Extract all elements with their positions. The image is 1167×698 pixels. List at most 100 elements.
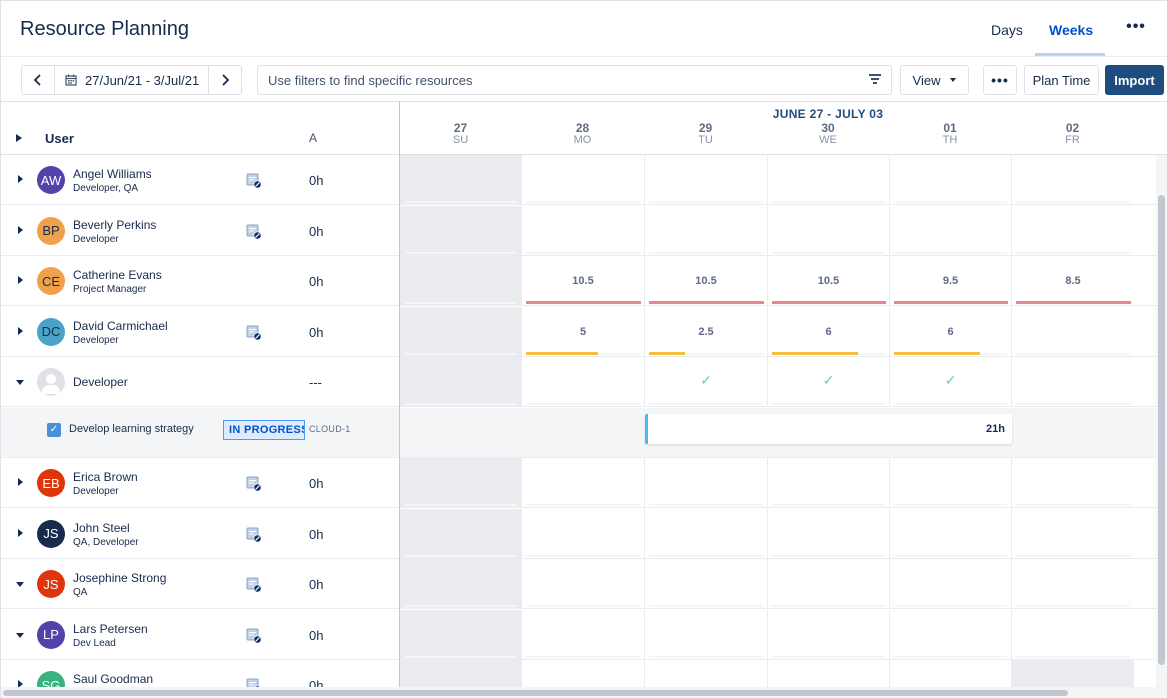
chevron-right-icon[interactable] (18, 175, 23, 183)
day-cell[interactable] (400, 306, 521, 357)
day-cell[interactable] (889, 508, 1011, 559)
chevron-down-icon[interactable] (16, 380, 24, 385)
day-cell[interactable]: ✓ (767, 357, 889, 407)
day-cell[interactable] (1011, 609, 1134, 660)
calendar-icon[interactable] (246, 577, 262, 593)
day-cell[interactable] (521, 155, 644, 205)
day-cell[interactable] (767, 205, 889, 256)
day-cell[interactable]: 2.5 (644, 306, 767, 357)
calendar-icon[interactable] (246, 628, 262, 644)
user-column-header[interactable]: User (45, 131, 74, 146)
tab-weeks[interactable]: Weeks (1049, 22, 1093, 38)
day-cell[interactable]: 8.5 (1011, 256, 1134, 306)
user-row[interactable]: CE Catherine Evans Project Manager 0h 10.5 10… (1, 256, 1156, 306)
calendar-icon[interactable] (246, 325, 262, 341)
day-cell[interactable] (400, 508, 521, 559)
day-cell[interactable] (521, 609, 644, 660)
user-row[interactable]: LP Lars Petersen Dev Lead 0h (1, 609, 1156, 660)
plan-time-button[interactable]: Plan Time (1024, 65, 1099, 95)
next-period-button[interactable] (209, 66, 241, 94)
group-row[interactable]: Developer --- ✓ ✓ ✓ (1, 357, 1156, 407)
horizontal-scrollbar-thumb[interactable] (3, 690, 1068, 696)
user-name[interactable]: Developer (73, 375, 128, 389)
day-cell[interactable] (644, 559, 767, 609)
day-cell[interactable] (400, 609, 521, 660)
day-cell[interactable] (1011, 458, 1134, 508)
view-dropdown[interactable]: View (900, 65, 969, 95)
user-name[interactable]: Catherine Evans (73, 268, 162, 282)
day-cell[interactable] (521, 508, 644, 559)
calendar-icon[interactable] (246, 527, 262, 543)
day-cell[interactable] (1011, 508, 1134, 559)
tab-days[interactable]: Days (991, 22, 1023, 38)
day-cell[interactable] (1011, 205, 1134, 256)
chevron-right-icon[interactable] (18, 276, 23, 284)
day-cell[interactable] (1011, 357, 1134, 407)
user-name[interactable]: Josephine Strong (73, 571, 166, 585)
day-cell[interactable] (1011, 155, 1134, 205)
day-cell[interactable] (767, 508, 889, 559)
day-cell[interactable]: 10.5 (644, 256, 767, 306)
day-cell[interactable] (1011, 559, 1134, 609)
resource-filter-input[interactable]: Use filters to find specific resources (257, 65, 892, 95)
panel-divider[interactable] (399, 101, 400, 698)
day-cell[interactable] (889, 155, 1011, 205)
availability-column-header[interactable]: A (309, 131, 317, 145)
chevron-right-icon[interactable] (18, 528, 23, 537)
horizontal-scrollbar[interactable] (1, 687, 1156, 698)
day-cell[interactable] (400, 155, 521, 205)
user-name[interactable]: John Steel (73, 521, 130, 535)
day-cell[interactable] (644, 458, 767, 508)
user-name[interactable]: Erica Brown (73, 470, 138, 484)
day-cell[interactable] (521, 458, 644, 508)
task-name[interactable]: Develop learning strategy (69, 423, 194, 435)
day-cell[interactable] (889, 609, 1011, 660)
day-cell[interactable] (400, 559, 521, 609)
day-cell[interactable] (644, 609, 767, 660)
user-row[interactable]: EB Erica Brown Developer 0h (1, 458, 1156, 508)
day-cell[interactable] (767, 609, 889, 660)
day-cell[interactable]: 9.5 (889, 256, 1011, 306)
day-cell[interactable] (767, 458, 889, 508)
day-cell[interactable]: 10.5 (521, 256, 644, 306)
day-cell[interactable]: ✓ (644, 357, 767, 407)
user-name[interactable]: Saul Goodman (73, 672, 153, 686)
day-cell[interactable]: 5 (521, 306, 644, 357)
user-name[interactable]: Lars Petersen (73, 622, 148, 636)
day-cell[interactable] (644, 508, 767, 559)
previous-period-button[interactable] (22, 66, 54, 94)
day-cell[interactable] (521, 357, 644, 407)
day-cell[interactable] (521, 205, 644, 256)
task-schedule-bar[interactable]: 21h (645, 413, 1012, 444)
day-cell[interactable] (889, 205, 1011, 256)
chevron-down-icon[interactable] (16, 582, 24, 587)
user-row[interactable]: JS John Steel QA, Developer 0h (1, 508, 1156, 559)
task-row[interactable]: ✓ Develop learning strategy IN PROGRESS CLO… (1, 407, 1156, 458)
chevron-right-icon[interactable] (18, 225, 23, 234)
calendar-icon[interactable] (246, 224, 262, 240)
day-cell[interactable] (644, 155, 767, 205)
day-cell[interactable] (521, 559, 644, 609)
day-cell[interactable] (1011, 306, 1134, 357)
user-row[interactable]: JS Josephine Strong QA 0h (1, 559, 1156, 609)
day-cell[interactable]: 6 (889, 306, 1011, 357)
day-cell[interactable] (644, 205, 767, 256)
user-name[interactable]: David Carmichael (73, 319, 168, 333)
day-cell[interactable] (400, 256, 521, 306)
user-row[interactable]: BP Beverly Perkins Developer 0h (1, 205, 1156, 256)
chevron-down-icon[interactable] (16, 632, 24, 638)
user-row[interactable]: DC David Carmichael Developer 0h 5 2.5 6 6 (1, 306, 1156, 357)
day-cell[interactable] (400, 458, 521, 508)
user-name[interactable]: Angel Williams (73, 167, 152, 181)
expand-all-toggle-icon[interactable] (16, 134, 22, 142)
date-range-picker[interactable]: 27/Jun/21 - 3/Jul/21 (54, 66, 209, 94)
import-button[interactable]: Import (1105, 65, 1164, 95)
day-cell[interactable]: 6 (767, 306, 889, 357)
calendar-icon[interactable] (246, 476, 262, 492)
user-row[interactable]: AW Angel Williams Developer, QA 0h (1, 155, 1156, 205)
day-cell[interactable]: ✓ (889, 357, 1011, 407)
user-name[interactable]: Beverly Perkins (73, 218, 156, 232)
day-cell[interactable] (400, 205, 521, 256)
day-cell[interactable] (889, 458, 1011, 508)
vertical-scrollbar-thumb[interactable] (1158, 195, 1165, 665)
